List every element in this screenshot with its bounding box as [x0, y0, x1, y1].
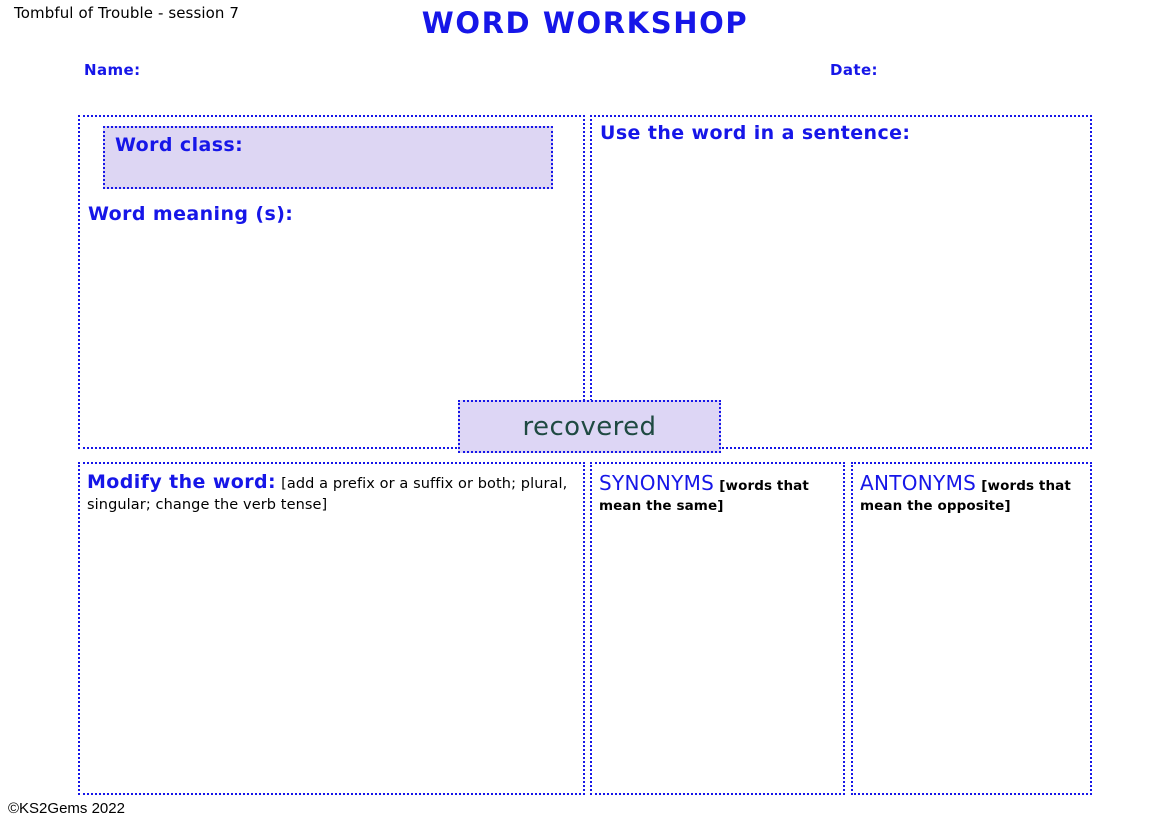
- word-class-label: Word class:: [115, 134, 244, 156]
- word-class-box[interactable]: Word class:: [103, 126, 553, 189]
- sentence-panel[interactable]: Use the word in a sentence:: [590, 115, 1092, 449]
- modify-word-label: Modify the word:: [87, 471, 277, 493]
- synonyms-label: SYNONYMS: [599, 471, 715, 495]
- name-field-label: Name:: [84, 61, 141, 79]
- antonyms-heading-block: ANTONYMS [words that mean the opposite]: [860, 471, 1085, 515]
- synonyms-panel[interactable]: SYNONYMS [words that mean the same]: [590, 462, 845, 795]
- date-field-label: Date:: [830, 61, 878, 79]
- modify-word-heading-block: Modify the word: [add a prefix or a suff…: [87, 471, 578, 515]
- sentence-label: Use the word in a sentence:: [600, 122, 911, 144]
- word-class-meaning-panel[interactable]: Word class: Word meaning (s):: [78, 115, 585, 449]
- modify-word-panel[interactable]: Modify the word: [add a prefix or a suff…: [78, 462, 585, 795]
- synonyms-heading-block: SYNONYMS [words that mean the same]: [599, 471, 838, 515]
- focus-word-box: recovered: [458, 400, 721, 453]
- page-title: WORD WORKSHOP: [421, 6, 749, 40]
- focus-word: recovered: [522, 411, 657, 442]
- copyright-footer: ©KS2Gems 2022: [8, 800, 125, 817]
- antonyms-label: ANTONYMS: [860, 471, 977, 495]
- antonyms-panel[interactable]: ANTONYMS [words that mean the opposite]: [851, 462, 1092, 795]
- word-meaning-label: Word meaning (s):: [88, 203, 294, 225]
